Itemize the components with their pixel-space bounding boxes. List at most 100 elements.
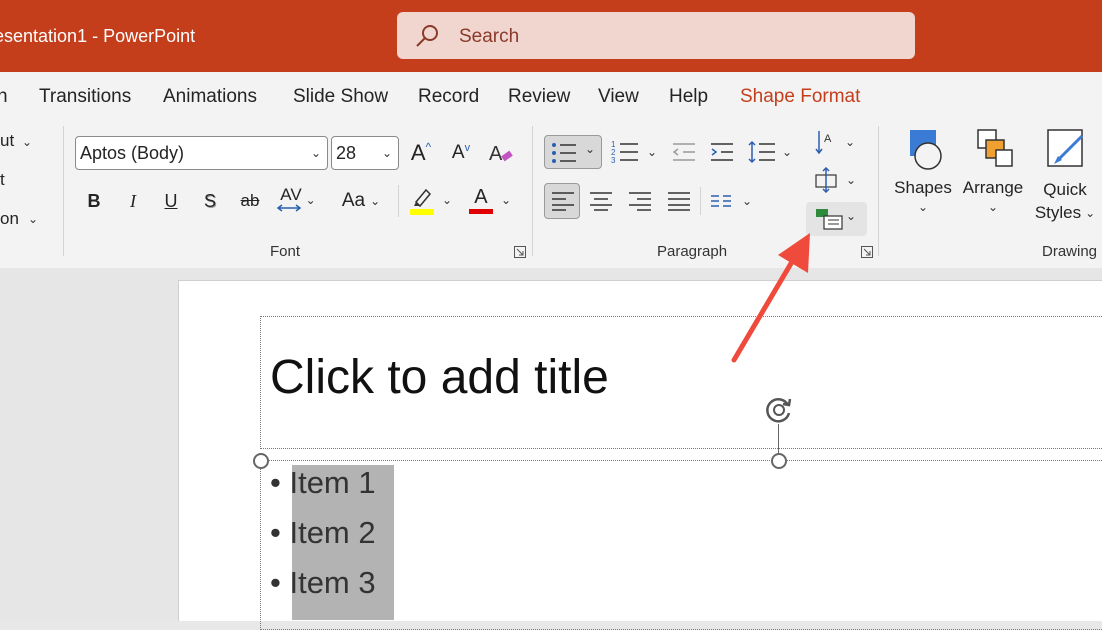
shapes-button[interactable]: Shapes ⌄: [892, 126, 954, 226]
resize-handle-top-left[interactable]: [253, 453, 269, 469]
list-item[interactable]: • Item 2: [270, 515, 376, 551]
chevron-down-icon: ⌄: [741, 194, 753, 208]
arrange-icon: [977, 129, 1013, 167]
chevron-down-icon: ⌄: [441, 193, 453, 207]
numbering-icon: 1 2 3: [611, 140, 638, 165]
strikethrough-icon: ab: [240, 191, 260, 210]
chevron-down-icon: ⌄: [305, 193, 316, 207]
reset-button[interactable]: t: [0, 170, 5, 190]
font-name-value: Aptos (Body): [80, 143, 185, 163]
search-placeholder: Search: [459, 26, 520, 47]
align-text-button[interactable]: ⌄: [810, 164, 860, 196]
rotate-handle-stem: [778, 424, 779, 454]
font-dialog-launcher-icon[interactable]: [514, 246, 526, 258]
font-group-label: Font: [270, 243, 301, 260]
rotate-handle-icon[interactable]: [762, 393, 796, 427]
text-direction-button[interactable]: A ⌄: [810, 126, 860, 158]
document-title: esentation1 - PowerPoint: [0, 26, 196, 46]
arrange-label: Arrange: [962, 178, 1024, 197]
chevron-down-icon: ⌄: [987, 200, 999, 214]
tab-slide-show[interactable]: Slide Show: [293, 86, 388, 108]
justify-button[interactable]: [664, 186, 694, 216]
text-shadow-button[interactable]: S: [198, 186, 222, 216]
tab-design[interactable]: n: [0, 86, 8, 108]
underline-button[interactable]: U: [159, 186, 183, 216]
group-separator: [532, 126, 533, 256]
align-left-button[interactable]: [544, 183, 580, 219]
tab-record[interactable]: Record: [418, 86, 479, 108]
bullets-button[interactable]: ⌄: [544, 135, 602, 169]
columns-icon: [710, 195, 731, 207]
numbering-button[interactable]: 1 2 3 ⌄: [608, 135, 660, 169]
annotation-arrow: [731, 233, 810, 363]
columns-button[interactable]: ⌄: [706, 185, 756, 217]
shapes-label: Shapes: [894, 178, 952, 197]
increase-indent-icon: [711, 143, 733, 161]
font-name-combo[interactable]: Aptos (Body) ⌄: [75, 136, 328, 170]
change-case-button[interactable]: Aa ⌄: [336, 186, 386, 216]
chevron-down-icon: ⌄: [370, 194, 381, 208]
shrink-font-button[interactable]: Av: [446, 136, 476, 170]
font-size-combo[interactable]: 28 ⌄: [331, 136, 399, 170]
tab-shape-format[interactable]: Shape Format: [740, 86, 860, 108]
grow-font-icon: A: [410, 140, 426, 165]
align-center-button[interactable]: [586, 186, 616, 216]
decrease-indent-button[interactable]: [668, 137, 700, 167]
highlight-color-button[interactable]: ⌄: [404, 183, 456, 217]
tab-transitions[interactable]: Transitions: [39, 86, 131, 108]
italic-button[interactable]: I: [121, 186, 145, 216]
line-spacing-icon: [748, 140, 775, 164]
bullet-text: Item 2: [289, 515, 376, 550]
bullet-text: Item 1: [289, 465, 376, 500]
font-size-value: 28: [336, 143, 357, 163]
layout-button[interactable]: ut: [0, 131, 14, 151]
align-center-icon: [590, 192, 612, 211]
svg-text:A: A: [489, 143, 503, 165]
resize-handle-top-center[interactable]: [771, 453, 787, 469]
text-direction-icon: A: [815, 131, 832, 155]
list-item[interactable]: • Item 1: [270, 465, 376, 501]
ribbon-tabs: n Transitions Animations Slide Show Reco…: [0, 72, 1102, 122]
separator: [398, 185, 399, 217]
bold-icon: B: [87, 190, 101, 211]
group-separator: [878, 126, 879, 256]
svg-text:3: 3: [611, 156, 616, 165]
chevron-down-icon: ⌄: [1085, 205, 1096, 220]
tab-review[interactable]: Review: [508, 86, 570, 108]
character-spacing-icon: AV: [280, 185, 302, 204]
clear-formatting-icon: A: [489, 143, 513, 165]
highlighter-icon: [409, 188, 434, 215]
chevron-down-icon: ⌄: [846, 209, 857, 223]
align-right-button[interactable]: [625, 186, 655, 216]
quick-styles-button[interactable]: Quick Styles ⌄: [1032, 126, 1098, 236]
quick-styles-label-line2: Styles: [1034, 203, 1082, 222]
search-box[interactable]: Search: [397, 12, 915, 59]
chevron-down-icon: ⌄: [845, 173, 857, 187]
tab-view[interactable]: View: [598, 86, 639, 108]
italic-icon: I: [130, 190, 136, 211]
shrink-font-icon: A: [451, 142, 465, 163]
bullets-icon: [552, 143, 576, 163]
strikethrough-button[interactable]: ab: [234, 186, 266, 216]
line-spacing-button[interactable]: ⌄: [744, 135, 796, 169]
list-item[interactable]: • Item 3: [270, 565, 376, 601]
font-color-button[interactable]: A ⌄: [464, 183, 516, 217]
arrange-button[interactable]: Arrange ⌄: [960, 126, 1026, 226]
bold-button[interactable]: B: [82, 186, 106, 216]
paragraph-dialog-launcher-icon[interactable]: [861, 246, 873, 258]
paragraph-group-label: Paragraph: [657, 243, 728, 260]
underline-icon: U: [164, 190, 178, 211]
clear-formatting-button[interactable]: A: [486, 136, 516, 170]
shapes-icon: [910, 130, 942, 170]
tab-help[interactable]: Help: [669, 86, 708, 108]
chevron-down-icon: ⌄: [28, 212, 39, 226]
section-button[interactable]: on: [0, 209, 19, 229]
chevron-down-icon: ⌄: [917, 200, 929, 214]
spacing-arrows-icon: [276, 204, 302, 212]
grow-font-button[interactable]: A ^: [406, 136, 436, 170]
title-bar: esentation1 - PowerPoint Search: [0, 0, 1102, 72]
bullet-text: Item 3: [289, 565, 376, 600]
tab-animations[interactable]: Animations: [163, 86, 257, 108]
chevron-down-icon: ⌄: [781, 145, 793, 159]
increase-indent-button[interactable]: [706, 137, 738, 167]
